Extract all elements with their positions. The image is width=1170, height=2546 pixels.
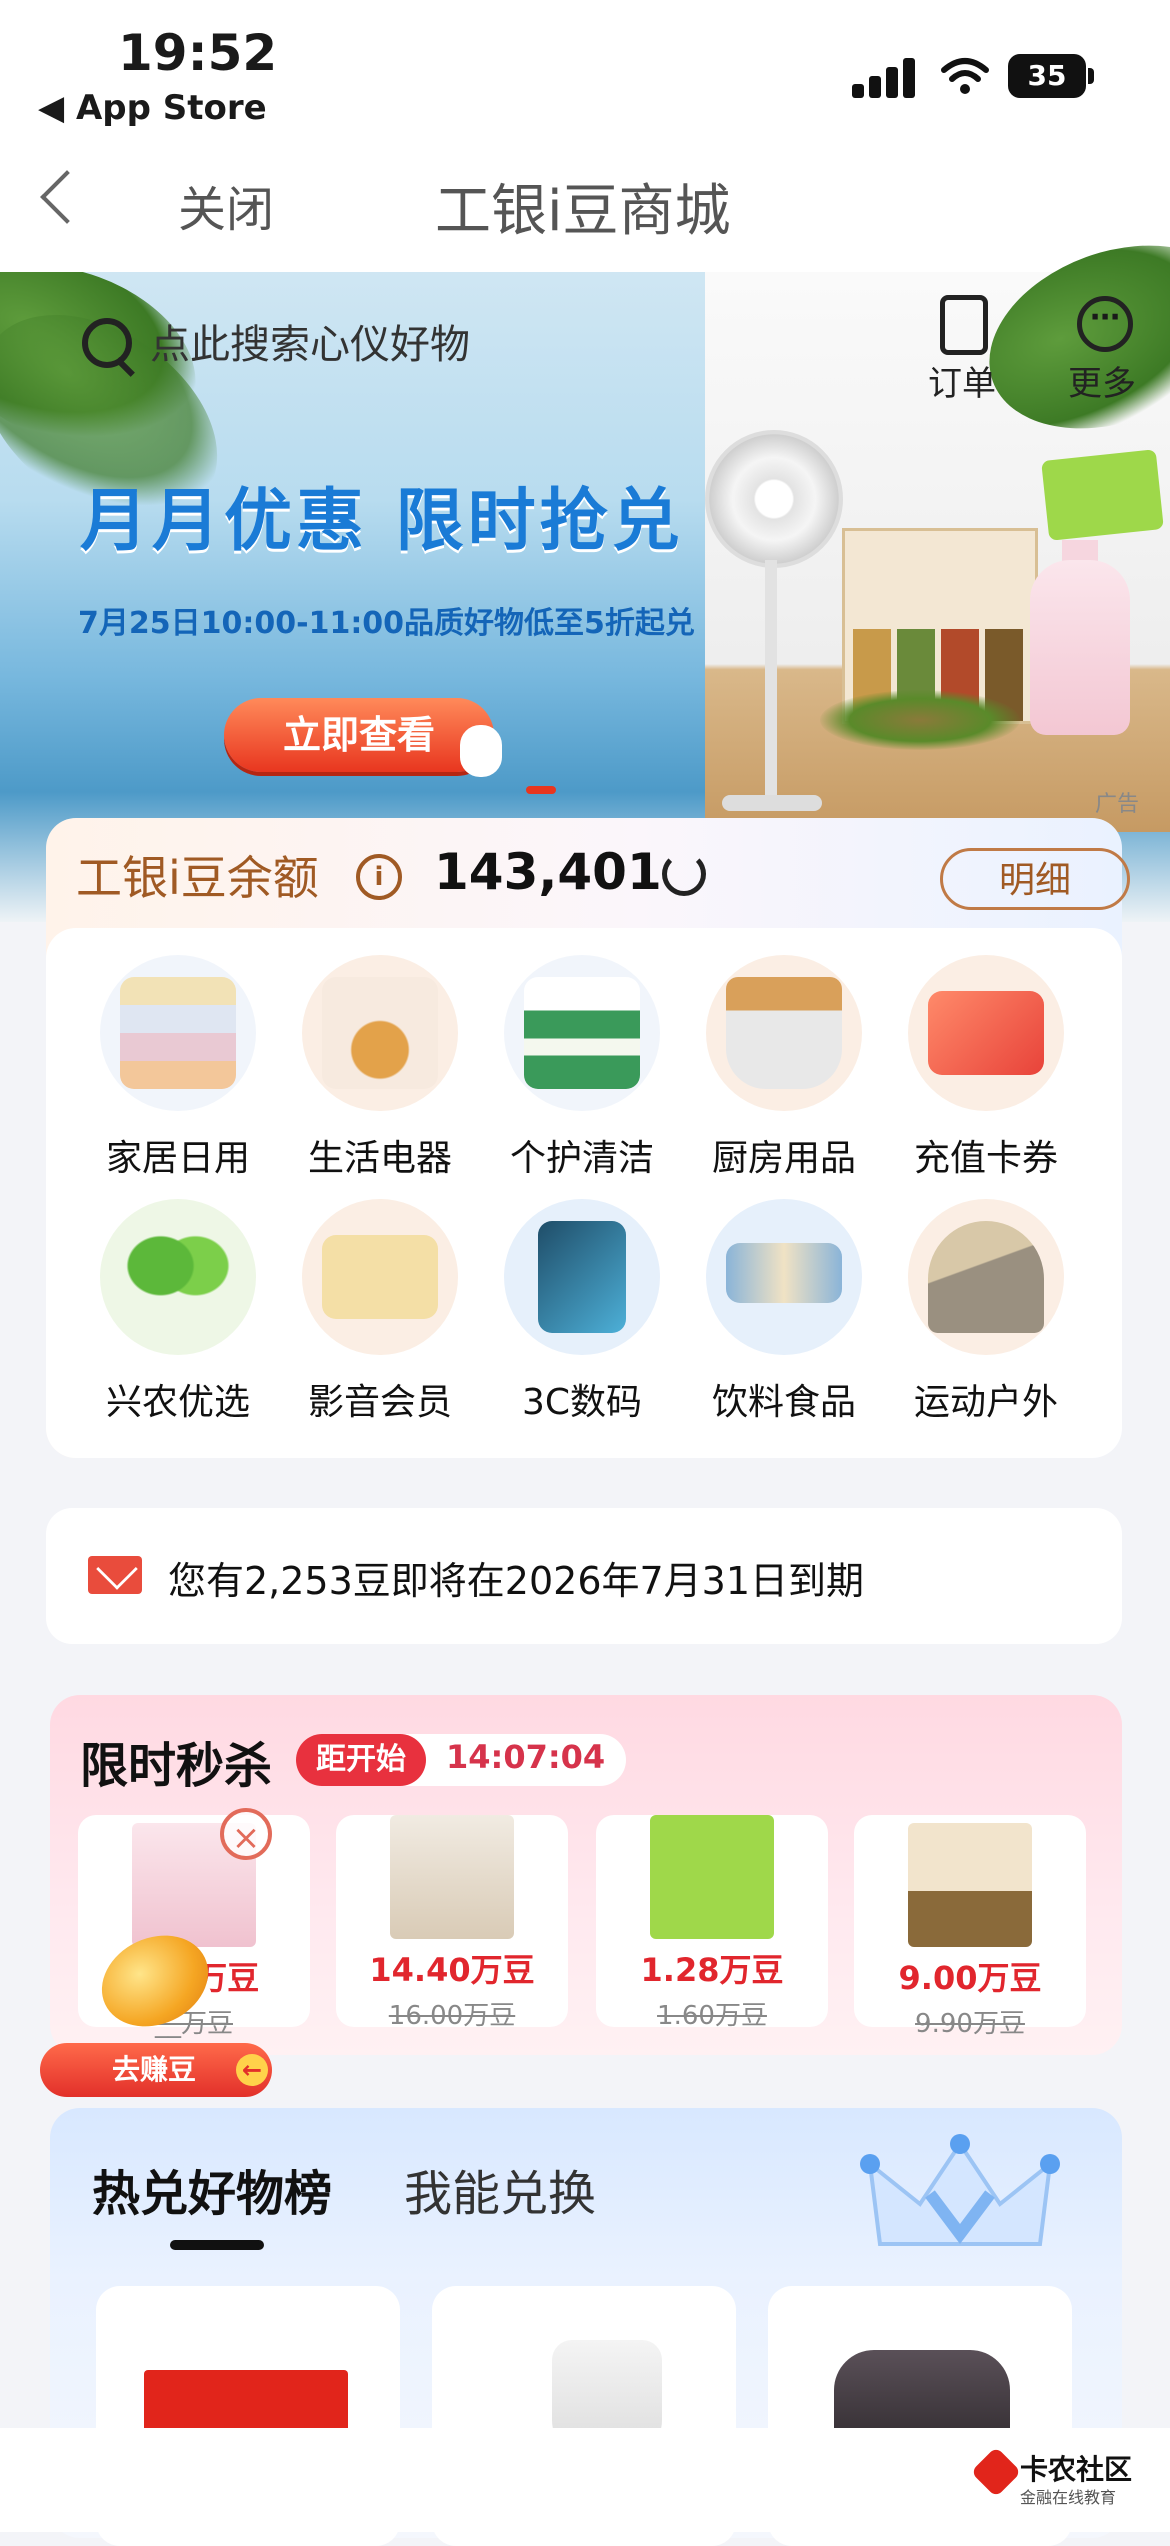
search-input[interactable]: 点此搜索心仪好物 bbox=[150, 312, 470, 370]
category-label: 家居日用 bbox=[105, 1138, 250, 1179]
balance-label: 工银i豆余额 bbox=[76, 851, 319, 905]
detail-button[interactable]: 明细 bbox=[940, 848, 1130, 910]
battery-icon: 35 bbox=[1008, 54, 1086, 98]
flash-item[interactable]: 14.40万豆 16.00万豆 bbox=[336, 1815, 568, 2031]
tent-icon bbox=[928, 1221, 1044, 1333]
flash-item-original-price: 9.90万豆 bbox=[915, 2009, 1025, 2039]
towels-icon bbox=[120, 977, 236, 1089]
body-wash-image bbox=[1030, 560, 1130, 735]
tab-hot-ranking[interactable]: 热兑好物榜 bbox=[92, 2154, 332, 2224]
category-digital[interactable]: 3C数码 bbox=[482, 1199, 682, 1425]
watermark-name: 卡农社区 bbox=[1020, 2453, 1133, 2486]
fan-base bbox=[722, 795, 822, 811]
drinks-icon bbox=[726, 1243, 842, 1303]
category-vouchers[interactable]: 充值卡券 bbox=[886, 955, 1086, 1181]
order-list-icon[interactable] bbox=[940, 295, 988, 355]
voucher-icon bbox=[928, 991, 1044, 1075]
flash-item-original-price: 1.60万豆 bbox=[657, 2001, 767, 2031]
category-label: 兴农优选 bbox=[105, 1382, 250, 1423]
category-label: 影音会员 bbox=[307, 1382, 452, 1423]
flash-item-price: 9.00万豆 bbox=[898, 1959, 1042, 1997]
banner-headline: 月月优惠 限时抢兑 bbox=[80, 482, 684, 561]
category-label: 饮料食品 bbox=[711, 1382, 856, 1423]
close-button[interactable]: 关闭 bbox=[178, 170, 274, 240]
fan-image bbox=[705, 430, 843, 568]
cellular-signal-icon bbox=[852, 56, 916, 98]
category-personal-care[interactable]: 个护清洁 bbox=[482, 955, 682, 1181]
banner-subline: 7月25日10:00-11:00品质好物低至5折起兑 bbox=[78, 606, 695, 641]
banner-cta-button[interactable]: 立即查看 bbox=[224, 698, 494, 772]
more-icon[interactable]: ⋯ bbox=[1077, 296, 1133, 352]
category-appliance[interactable]: 生活电器 bbox=[280, 955, 480, 1181]
countdown-timer: 14:07:04 bbox=[446, 1738, 606, 1776]
arrow-left-icon: ← bbox=[236, 2054, 268, 2086]
category-outdoor[interactable]: 运动户外 bbox=[886, 1199, 1086, 1425]
category-label: 个护清洁 bbox=[509, 1138, 654, 1179]
category-label: 生活电器 bbox=[307, 1138, 452, 1179]
smartphone-icon bbox=[538, 1221, 626, 1333]
close-icon[interactable]: × bbox=[220, 1808, 272, 1860]
membership-card-image bbox=[1041, 449, 1164, 541]
category-kitchen[interactable]: 厨房用品 bbox=[684, 955, 884, 1181]
flash-item-original-price: 16.00万豆 bbox=[388, 2001, 516, 2031]
back-to-app-store[interactable]: ◀ App Store bbox=[38, 88, 267, 128]
more-button[interactable]: 更多 bbox=[1068, 356, 1136, 405]
fan-thumb bbox=[390, 1815, 514, 1939]
active-tab-underline bbox=[170, 2240, 264, 2250]
category-media[interactable]: 影音会员 bbox=[280, 1199, 480, 1425]
grains-image bbox=[820, 690, 1020, 750]
refresh-icon[interactable] bbox=[662, 852, 706, 896]
crown-icon bbox=[860, 2134, 1060, 2246]
flash-item[interactable]: 9.00万豆 9.90万豆 bbox=[854, 1815, 1086, 2039]
membership-card-icon bbox=[322, 1235, 438, 1319]
pointer-hand-icon bbox=[460, 725, 502, 777]
balance-value: 143,401 bbox=[434, 843, 662, 901]
tissue-icon bbox=[524, 977, 640, 1089]
flash-item-price: 14.40万豆 bbox=[369, 1951, 535, 1989]
category-label: 充值卡券 bbox=[913, 1138, 1058, 1179]
search-icon[interactable] bbox=[82, 318, 132, 368]
category-label: 3C数码 bbox=[521, 1382, 643, 1423]
info-icon[interactable]: i bbox=[356, 854, 402, 900]
membership-card-thumb bbox=[650, 1815, 774, 1939]
category-label: 运动户外 bbox=[913, 1382, 1058, 1423]
category-home[interactable]: 家居日用 bbox=[78, 955, 278, 1181]
ad-tag: 广告 bbox=[1095, 792, 1140, 817]
category-food[interactable]: 饮料食品 bbox=[684, 1199, 884, 1425]
fan-pole bbox=[765, 560, 777, 800]
grain-box-thumb bbox=[908, 1823, 1032, 1947]
pot-icon bbox=[726, 977, 842, 1089]
back-app-label: App Store bbox=[75, 88, 267, 128]
flash-item[interactable]: 1.28万豆 1.60万豆 bbox=[596, 1815, 828, 2031]
tab-can-redeem[interactable]: 我能兑换 bbox=[404, 2154, 596, 2224]
orders-button[interactable]: 订单 bbox=[928, 356, 996, 405]
battery-cap bbox=[1088, 68, 1094, 84]
flash-sale-title: 限时秒杀 bbox=[80, 1738, 273, 1794]
page-title: 工银i豆商城 bbox=[435, 179, 731, 244]
status-time: 19:52 bbox=[118, 24, 278, 82]
countdown-label: 距开始 bbox=[296, 1734, 426, 1786]
category-label: 厨房用品 bbox=[711, 1138, 856, 1179]
sprout-icon bbox=[120, 1221, 236, 1333]
flash-item-price: 1.28万豆 bbox=[640, 1951, 784, 1989]
expiry-notice-text: 您有2,253豆即将在2026年7月31日到期 bbox=[168, 1559, 865, 1603]
watermark-sub: 金融在线教育 bbox=[1020, 2488, 1117, 2507]
carousel-indicator bbox=[526, 786, 556, 794]
category-farm[interactable]: 兴农优选 bbox=[78, 1199, 278, 1425]
kettle-icon bbox=[322, 977, 438, 1089]
wifi-icon bbox=[941, 58, 989, 94]
